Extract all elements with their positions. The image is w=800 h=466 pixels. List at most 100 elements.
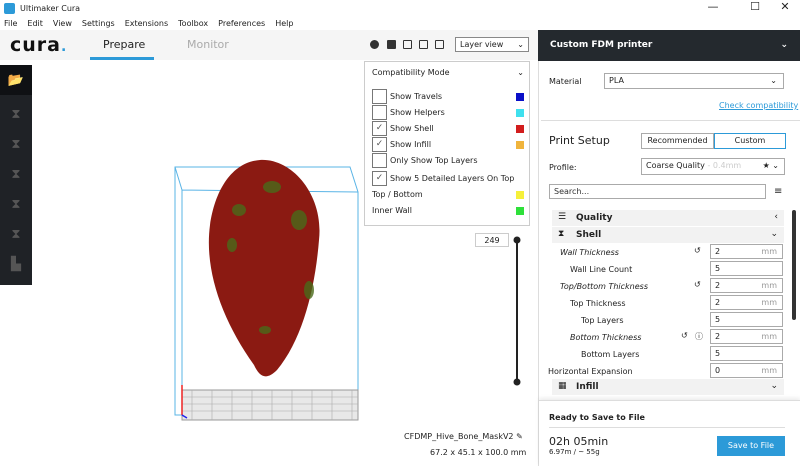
- custom-mode-button[interactable]: Custom: [714, 133, 786, 149]
- show-shell-option[interactable]: ✓ Show Shell: [372, 121, 524, 136]
- scale-tool-icon[interactable]: ⧗: [0, 129, 32, 159]
- category-infill[interactable]: ▦ Infill ⌄: [552, 379, 784, 395]
- reset-icon[interactable]: ↺: [694, 246, 701, 255]
- minimize-button[interactable]: —: [698, 0, 728, 13]
- rotate-tool-icon[interactable]: ⧗: [0, 159, 32, 189]
- cura-logo-icon: [4, 2, 15, 14]
- legend-inner-wall: Inner Wall: [372, 206, 524, 215]
- per-model-settings-icon[interactable]: ⧗: [0, 219, 32, 249]
- menu-view[interactable]: View: [53, 19, 72, 28]
- show-infill-option[interactable]: ✓ Show Infill: [372, 137, 524, 152]
- layer-slider-top-handle[interactable]: [513, 236, 521, 244]
- settings-search-input[interactable]: Search...: [549, 184, 766, 199]
- close-button[interactable]: ✕: [770, 0, 800, 13]
- reset-icon[interactable]: ↺: [681, 331, 688, 340]
- move-tool-icon[interactable]: ⧗: [0, 99, 32, 129]
- profile-label: Profile:: [549, 163, 577, 172]
- layer-number-input[interactable]: 249: [475, 233, 509, 247]
- checkbox[interactable]: [372, 153, 387, 168]
- show-helpers-option[interactable]: Show Helpers: [372, 105, 524, 120]
- menu-preferences[interactable]: Preferences: [218, 19, 265, 28]
- menu-extensions[interactable]: Extensions: [125, 19, 168, 28]
- chevron-left-icon: ‹: [774, 212, 778, 222]
- checkbox-checked[interactable]: ✓: [372, 137, 387, 152]
- profile-select[interactable]: Coarse Quality - 0.4mm ★ ⌄: [641, 158, 785, 175]
- checkbox-checked[interactable]: ✓: [372, 171, 387, 186]
- mirror-tool-icon[interactable]: ⧗: [0, 189, 32, 219]
- view-3d-icon[interactable]: [370, 40, 379, 49]
- wall-thickness-input[interactable]: 2 mm: [710, 244, 783, 259]
- save-to-file-button[interactable]: Save to File: [717, 436, 785, 456]
- left-toolbar: 📂 ⧗ ⧗ ⧗ ⧗ ⧗ ▙: [0, 65, 32, 285]
- setting-bottom-layers: Bottom Layers 5: [548, 346, 784, 363]
- layer-slider-bottom-handle[interactable]: [513, 378, 521, 386]
- menu-toolbox[interactable]: Toolbox: [178, 19, 208, 28]
- open-file-icon[interactable]: 📂: [0, 65, 32, 95]
- star-chevron-icon: ★ ⌄: [762, 161, 779, 170]
- chevron-down-icon: ⌄: [770, 381, 778, 391]
- chevron-down-icon: ⌄: [517, 40, 524, 49]
- build-plate: [181, 385, 359, 421]
- only-show-top-layers-option[interactable]: Only Show Top Layers: [372, 153, 524, 168]
- maximize-button[interactable]: ☐: [740, 0, 770, 13]
- support-blocker-icon[interactable]: ▙: [0, 249, 32, 279]
- edit-pencil-icon[interactable]: ✎: [516, 432, 523, 441]
- view-top-icon[interactable]: [403, 40, 412, 49]
- reset-icon[interactable]: ↺: [694, 280, 701, 289]
- view-front-icon[interactable]: [387, 40, 396, 49]
- checkbox-checked[interactable]: ✓: [372, 121, 387, 136]
- model-dimensions: 67.2 x 45.1 x 100.0 mm: [430, 448, 527, 457]
- view-right-icon[interactable]: [435, 40, 444, 49]
- checkbox[interactable]: [372, 89, 387, 104]
- bottom-layers-input[interactable]: 5: [710, 346, 783, 361]
- window-title: Ultimaker Cura: [20, 3, 81, 13]
- setting-wall-line-count: Wall Line Count 5: [548, 261, 784, 278]
- title-bar: Ultimaker Cura — ☐ ✕: [0, 0, 800, 16]
- show-travels-option[interactable]: Show Travels: [372, 89, 524, 104]
- printer-selector[interactable]: Custom FDM printer ⌄: [538, 30, 800, 61]
- menu-help[interactable]: Help: [275, 19, 293, 28]
- bottom-thickness-input[interactable]: 2 mm: [710, 329, 783, 344]
- compatibility-mode-header[interactable]: Compatibility Mode ⌄: [372, 68, 524, 77]
- check-compatibility-link[interactable]: Check compatibility: [719, 101, 798, 110]
- view-left-icon[interactable]: [419, 40, 428, 49]
- settings-scrollbar[interactable]: [792, 210, 796, 320]
- menu-edit[interactable]: Edit: [27, 19, 43, 28]
- color-swatch: [516, 190, 524, 199]
- settings-menu-icon[interactable]: ≡: [774, 186, 782, 197]
- setting-top-bottom-thickness: Top/Bottom Thickness ↺ 2 mm: [548, 278, 784, 295]
- top-layers-input[interactable]: 5: [710, 312, 783, 327]
- menu-file[interactable]: File: [4, 19, 17, 28]
- show-detailed-layers-option[interactable]: ✓ Show 5 Detailed Layers On Top: [372, 171, 524, 186]
- color-swatch: [516, 206, 524, 215]
- category-shell[interactable]: ⧗ Shell ⌄: [552, 227, 784, 243]
- info-icon[interactable]: ⓘ: [695, 331, 703, 342]
- layer-view-settings-popup: Compatibility Mode ⌄ Show Travels Show He…: [364, 61, 530, 226]
- menu-settings[interactable]: Settings: [82, 19, 115, 28]
- shell-icon: ⧗: [558, 229, 565, 239]
- view-mode-select[interactable]: Layer view ⌄: [455, 37, 529, 52]
- checkbox[interactable]: [372, 105, 387, 120]
- divider: [549, 427, 785, 428]
- color-swatch: [516, 108, 524, 117]
- tab-monitor[interactable]: Monitor: [187, 38, 229, 51]
- color-swatch: [516, 140, 524, 149]
- chevron-down-icon: ⌄: [517, 68, 524, 77]
- category-quality[interactable]: ☰ Quality ‹: [552, 210, 784, 226]
- print-time: 02h 05min: [549, 435, 609, 448]
- chevron-down-icon: ⌄: [770, 229, 778, 239]
- wall-line-count-input[interactable]: 5: [710, 261, 783, 276]
- material-select[interactable]: PLA ⌄: [604, 73, 784, 89]
- tab-prepare[interactable]: Prepare: [103, 38, 145, 51]
- setting-top-layers: Top Layers 5: [548, 312, 784, 329]
- menu-bar: File Edit View Settings Extensions Toolb…: [0, 16, 540, 30]
- color-swatch: [516, 124, 524, 133]
- recommended-mode-button[interactable]: Recommended: [641, 133, 714, 149]
- top-thickness-input[interactable]: 2 mm: [710, 295, 783, 310]
- divider: [541, 120, 800, 121]
- chevron-down-icon: ⌄: [780, 40, 788, 50]
- horizontal-expansion-input[interactable]: 0 mm: [710, 363, 783, 378]
- sliced-model: [208, 159, 320, 377]
- top-bottom-thickness-input[interactable]: 2 mm: [710, 278, 783, 293]
- setting-wall-thickness: Wall Thickness ↺ 2 mm: [548, 244, 784, 261]
